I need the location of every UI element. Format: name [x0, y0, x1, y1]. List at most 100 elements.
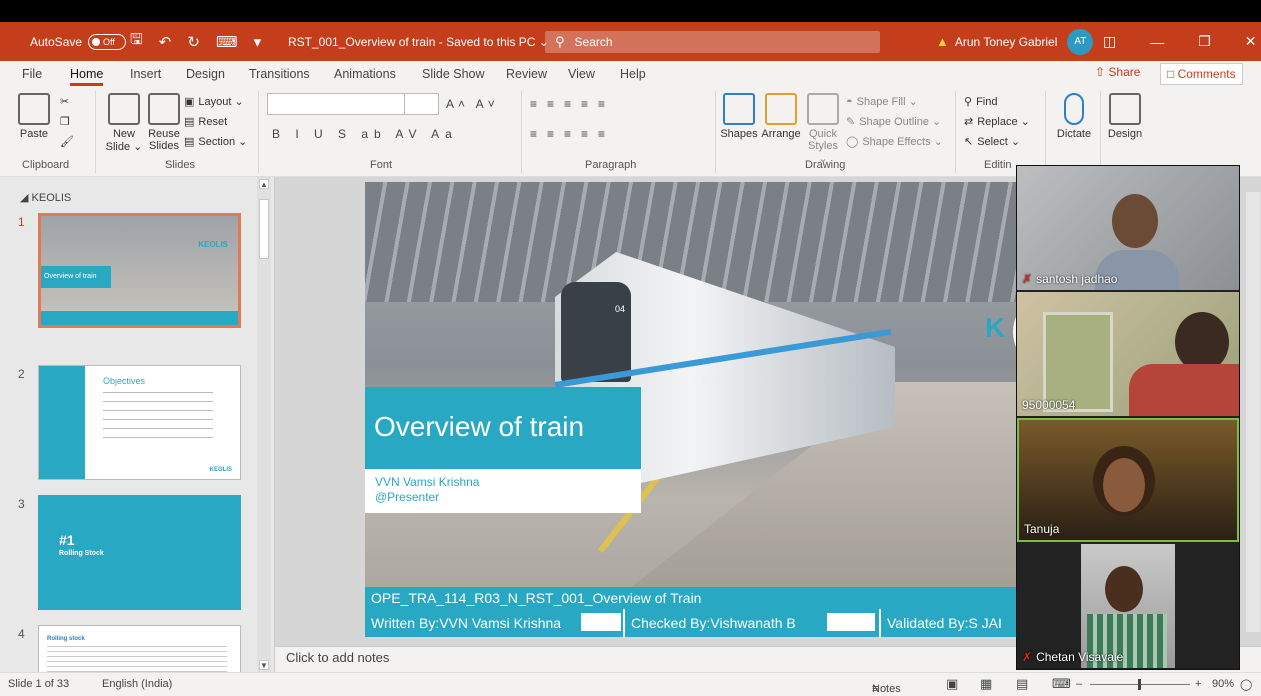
tab-review[interactable]: Review	[506, 61, 547, 87]
current-slide[interactable]: 04 K Overview of train VVN Vamsi Krishna…	[365, 182, 1113, 637]
close-icon[interactable]: ✕	[1245, 33, 1257, 50]
align-buttons[interactable]: ≡≡≡≡≡	[530, 127, 615, 141]
tab-file[interactable]: File	[22, 61, 42, 87]
dictate-button[interactable]: Dictate	[1053, 93, 1095, 140]
slide-number: 4	[18, 627, 25, 641]
normal-view-icon[interactable]: ▣	[946, 676, 958, 692]
share-button[interactable]: ⇧ Share	[1095, 65, 1140, 79]
participant-name: Tanuja	[1024, 522, 1060, 536]
present-icon[interactable]: ⌨	[216, 33, 238, 51]
paragraph-group-label: Paragraph	[585, 159, 637, 171]
new-slide-icon	[108, 93, 140, 125]
replace-button[interactable]: ⇄ Replace ⌄	[964, 115, 1030, 128]
designer-button[interactable]: Design	[1104, 93, 1146, 140]
font-size-buttons[interactable]: A˄ A˅	[446, 97, 499, 111]
slide-sorter-icon[interactable]: ▦	[980, 676, 992, 692]
zoom-in-icon[interactable]: +	[1195, 678, 1201, 690]
slide-thumbnail-2[interactable]: Objectives KEOLIS	[38, 365, 241, 480]
shape-fill-button[interactable]: ◓ Shape Fill ⌄	[846, 95, 918, 109]
font-format-buttons[interactable]: B I U S ab AV Aa	[272, 127, 458, 141]
participant-tile[interactable]: 95000054	[1017, 292, 1239, 416]
search-box[interactable]: ⚲ Search	[545, 31, 880, 53]
tab-view[interactable]: View	[568, 61, 595, 87]
format-painter-icon[interactable]: 🖌	[60, 135, 74, 148]
section-button[interactable]: ▤ Section ⌄	[184, 135, 247, 148]
restore-icon[interactable]: ❐	[1198, 33, 1211, 50]
cut-icon[interactable]: ✂	[60, 95, 69, 108]
slide-title-box[interactable]: Overview of train	[365, 387, 641, 469]
minimize-icon[interactable]: —	[1150, 34, 1164, 50]
save-icon[interactable]: 🖫	[130, 29, 143, 54]
tab-insert[interactable]: Insert	[130, 61, 161, 87]
scroll-thumb[interactable]	[259, 199, 269, 259]
user-name: Arun Toney Gabriel	[954, 34, 1058, 49]
layout-button[interactable]: ▣ Layout ⌄	[184, 95, 244, 108]
avatar[interactable]: AT	[1067, 28, 1094, 55]
font-group-label: Font	[370, 159, 393, 171]
participant-tile-active[interactable]: Tanuja	[1017, 418, 1239, 542]
reading-view-icon[interactable]: ▤	[1016, 676, 1028, 692]
quick-styles-button[interactable]: Quick Styles ⌄	[804, 93, 842, 165]
fit-slide-icon[interactable]: ◯	[1240, 678, 1252, 691]
customize-toolbar-icon[interactable]: ▾	[254, 33, 262, 51]
tab-design[interactable]: Design	[186, 61, 225, 87]
new-slide-button[interactable]: New Slide ⌄	[104, 93, 144, 153]
presenter-box[interactable]: VVN Vamsi Krishna @Presenter	[365, 469, 641, 513]
tab-help[interactable]: Help	[620, 61, 646, 87]
slide-thumbnail-1[interactable]: Overview of train KEOLIS	[38, 213, 241, 328]
font-size-input[interactable]	[404, 93, 438, 115]
slide-count: Slide 1 of 33	[8, 678, 70, 690]
zoom-level[interactable]: 90%	[1212, 678, 1234, 690]
checked-by: Checked By:Vishwanath B	[631, 615, 796, 631]
video-call-panel: ✗ santosh jadhao 95000054 Tanuja ✗ Chetan …	[1016, 165, 1240, 670]
participant-tile[interactable]: ✗ santosh jadhao	[1017, 166, 1239, 290]
slide-thumbnail-3[interactable]: #1 Rolling Stock	[38, 495, 241, 610]
scroll-down-icon[interactable]: ▼	[259, 660, 269, 670]
slide-number: 3	[18, 497, 25, 511]
undo-icon[interactable]: ↶	[159, 33, 172, 51]
reset-button[interactable]: ▤ Reset	[184, 115, 227, 129]
tab-home[interactable]: Home	[70, 61, 104, 87]
shapes-button[interactable]: Shapes	[720, 93, 758, 140]
comment-icon: □	[1167, 67, 1175, 81]
slide-number: 1	[18, 215, 25, 229]
shape-outline-button[interactable]: ✎ Shape Outline ⌄	[846, 115, 941, 128]
find-button[interactable]: ⚲ Find	[964, 95, 997, 109]
slide-thumbnail-4[interactable]: Rolling stock	[38, 625, 241, 673]
document-title[interactable]: RST_001_Overview of train - Saved to thi…	[288, 22, 549, 61]
slide-show-icon[interactable]: ⌨	[1052, 676, 1071, 692]
scroll-up-icon[interactable]: ▲	[259, 179, 269, 189]
select-button[interactable]: ↖ Select ⌄	[964, 135, 1020, 148]
clipboard-group-label: Clipboard	[22, 159, 70, 171]
section-header[interactable]: ◢ KEOLIS	[20, 191, 71, 204]
zoom-out-icon[interactable]: –	[1076, 678, 1082, 690]
editor-scrollbar[interactable]	[1246, 192, 1260, 632]
thumb-title: Objectives	[103, 376, 146, 386]
comments-button[interactable]: □ Comments	[1160, 63, 1243, 85]
thumbnail-scrollbar[interactable]: ▲ ▼	[257, 177, 271, 672]
search-input: Search	[574, 35, 613, 49]
tab-animations[interactable]: Animations	[334, 61, 396, 87]
autosave-toggle[interactable]: Off	[88, 33, 127, 50]
paste-button[interactable]: Paste	[14, 93, 54, 140]
reuse-slides-icon	[148, 93, 180, 125]
validated-by: Validated By:S JAI	[887, 615, 1002, 631]
ribbon-tabs: File Home Insert Design Transitions Anim…	[0, 61, 1261, 87]
tab-slide-show[interactable]: Slide Show	[422, 61, 485, 87]
shapes-icon	[723, 93, 755, 125]
presenter-name: VVN Vamsi Krishna	[375, 475, 480, 489]
ribbon-display-icon[interactable]: ◫	[1103, 33, 1116, 50]
reuse-slides-button[interactable]: Reuse Slides	[146, 93, 182, 152]
language-indicator[interactable]: English (India)	[102, 678, 172, 690]
redo-icon[interactable]: ↻	[187, 33, 200, 51]
zoom-slider-thumb[interactable]	[1138, 679, 1141, 690]
participant-tile[interactable]: ✗ Chetan Visavale	[1017, 544, 1239, 668]
list-buttons[interactable]: ≡≡≡≡≡	[530, 97, 615, 111]
autosave-control[interactable]: AutoSave Off	[30, 22, 127, 61]
copy-icon[interactable]: ❐	[60, 115, 70, 128]
account-area[interactable]: ▲ Arun Toney Gabriel AT	[936, 22, 1094, 61]
tab-transitions[interactable]: Transitions	[249, 61, 310, 87]
arrange-button[interactable]: Arrange	[760, 93, 802, 140]
pen-icon: ✎	[846, 116, 856, 128]
shape-effects-button[interactable]: ◯ Shape Effects ⌄	[846, 135, 943, 148]
